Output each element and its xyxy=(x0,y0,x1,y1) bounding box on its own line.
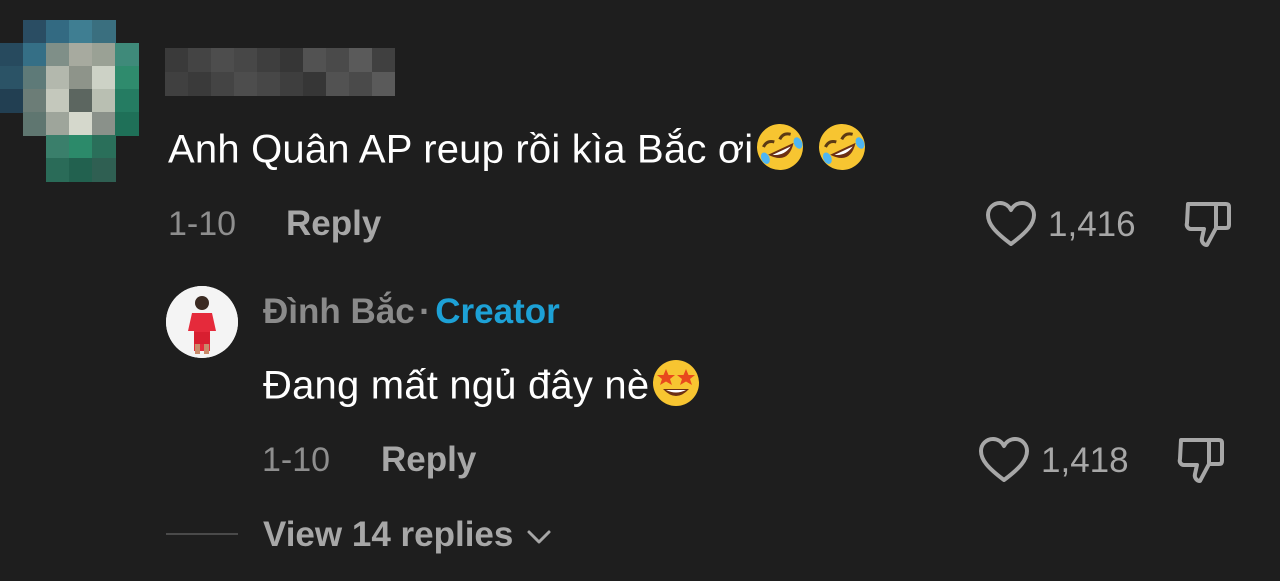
username-pixel xyxy=(326,48,349,72)
like-count: 1,416 xyxy=(1048,205,1136,244)
username-pixel xyxy=(280,48,303,72)
username-pixel xyxy=(280,72,303,96)
creator-avatar[interactable] xyxy=(166,286,238,358)
comment-date: 1-10 xyxy=(168,205,237,243)
view-replies-label: View 14 replies xyxy=(263,515,514,554)
avatar-pixel xyxy=(69,158,93,182)
username-pixel xyxy=(303,48,326,72)
username-pixel xyxy=(165,48,188,72)
username-pixel xyxy=(234,48,257,72)
reply-like-count: 1,418 xyxy=(1041,441,1129,480)
avatar-pixel xyxy=(115,43,139,67)
reply-date: 1-10 xyxy=(262,441,331,479)
reply-button[interactable]: Reply xyxy=(286,204,381,244)
reply-author-name[interactable]: Đình Bắc xyxy=(263,292,415,331)
heart-icon xyxy=(986,201,1036,246)
reply-author-line: Đình Bắc · Creator xyxy=(263,292,560,332)
username-pixel xyxy=(257,48,280,72)
avatar-pixel xyxy=(69,112,93,136)
avatar-pixel xyxy=(46,158,70,182)
avatar-pixel xyxy=(0,43,24,67)
username-pixel xyxy=(188,72,211,96)
avatar-pixel xyxy=(46,43,70,67)
avatar-pixel xyxy=(92,89,116,113)
avatar-pixel xyxy=(92,158,116,182)
comment-text: Anh Quân AP reup rồi kìa Bắc ơi xyxy=(168,120,869,184)
username-pixel xyxy=(372,72,395,96)
like-button[interactable] xyxy=(985,200,1037,253)
username-pixel xyxy=(165,72,188,96)
avatar-pixel xyxy=(23,89,47,113)
avatar-pixel xyxy=(23,20,47,44)
avatar-pixel xyxy=(0,66,24,90)
username-pixel xyxy=(211,48,234,72)
avatar-pixel xyxy=(92,66,116,90)
avatar-pixel xyxy=(69,43,93,67)
avatar-pixel xyxy=(46,89,70,113)
avatar-pixel xyxy=(46,112,70,136)
view-replies-button[interactable]: View 14 replies xyxy=(263,515,553,555)
heart-icon xyxy=(979,437,1029,482)
rolling-on-floor-laughing-emoji xyxy=(753,120,807,184)
username-pixel xyxy=(349,72,372,96)
username-pixel xyxy=(349,48,372,72)
avatar-pixel xyxy=(46,66,70,90)
thumbs-down-icon xyxy=(1177,438,1224,483)
avatar-pixel xyxy=(92,43,116,67)
reply-dislike-button[interactable] xyxy=(1175,434,1227,491)
creator-badge: Creator xyxy=(435,292,560,331)
separator-dot: · xyxy=(419,292,431,331)
commenter-avatar[interactable] xyxy=(0,20,160,185)
username-pixel xyxy=(234,72,257,96)
avatar-pixel xyxy=(0,89,24,113)
comment-text-content: Anh Quân AP reup rồi kìa Bắc ơi xyxy=(168,127,754,172)
star-struck-emoji xyxy=(649,356,703,420)
username-pixel xyxy=(257,72,280,96)
chevron-down-icon xyxy=(527,530,551,544)
avatar-pixel xyxy=(23,66,47,90)
reply-like-button[interactable] xyxy=(978,436,1030,489)
username-pixel xyxy=(303,72,326,96)
replies-divider xyxy=(166,533,238,535)
avatar-pixel xyxy=(92,112,116,136)
avatar-pixel xyxy=(69,135,93,159)
rolling-on-floor-laughing-emoji xyxy=(815,120,869,184)
avatar-pixel xyxy=(46,20,70,44)
reply-text-content: Đang mất ngủ đây nè xyxy=(263,363,650,408)
username-pixel xyxy=(188,48,211,72)
avatar-pixel xyxy=(23,43,47,67)
username-pixel xyxy=(372,48,395,72)
thumbs-down-icon xyxy=(1184,202,1231,247)
avatar-pixel xyxy=(92,20,116,44)
reply-text: Đang mất ngủ đây nè xyxy=(263,356,703,420)
avatar-pixel xyxy=(69,66,93,90)
username-pixel xyxy=(326,72,349,96)
dislike-button[interactable] xyxy=(1182,198,1234,255)
commenter-username-blurred[interactable] xyxy=(165,48,397,96)
avatar-pixel xyxy=(23,112,47,136)
avatar-pixel xyxy=(115,112,139,136)
avatar-pixel xyxy=(69,89,93,113)
username-pixel xyxy=(211,72,234,96)
avatar-pixel xyxy=(46,135,70,159)
avatar-pixel xyxy=(92,135,116,159)
avatar-pixel xyxy=(115,66,139,90)
reply-reply-button[interactable]: Reply xyxy=(381,440,476,480)
avatar-pixel xyxy=(69,20,93,44)
avatar-pixel xyxy=(115,89,139,113)
